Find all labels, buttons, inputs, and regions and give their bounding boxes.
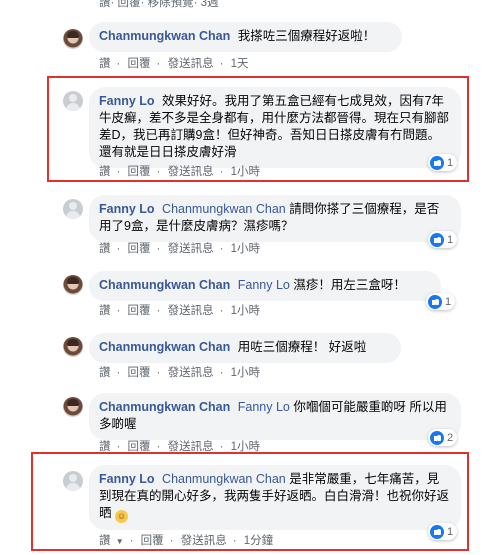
send-message-link[interactable]: 發送訊息 <box>168 58 214 70</box>
like-link[interactable]: 讚 <box>99 243 111 255</box>
like-link[interactable]: 讚 <box>99 305 111 317</box>
comment-text: 我搽咗三個療程好返啦！ <box>237 29 376 43</box>
avatar[interactable] <box>63 275 83 295</box>
reply-link[interactable]: 回覆 <box>128 243 151 255</box>
mention-link[interactable]: Chanmungkwan Chan <box>162 472 286 486</box>
like-link[interactable]: 讚 <box>99 535 111 547</box>
like-link[interactable]: 讚 <box>99 166 111 178</box>
reaction-count[interactable]: 2 <box>428 429 458 446</box>
reaction-number: 1 <box>445 295 452 308</box>
send-message-link[interactable]: 發送訊息 <box>168 243 214 255</box>
like-link[interactable]: 讚 <box>99 367 111 379</box>
avatar[interactable] <box>63 337 83 357</box>
avatar[interactable] <box>63 29 83 49</box>
like-icon <box>428 294 442 309</box>
comment-actions: 讚 ▼ · 回覆 · 發送訊息 · 1分鐘 <box>99 535 274 547</box>
timestamp: 1天 <box>230 58 249 70</box>
comment-bubble: Chanmungkwan Chan Fanny Lo 你嗰個可能嚴重啲呀 所以用… <box>89 393 461 440</box>
comment-author[interactable]: Chanmungkwan Chan <box>99 278 230 292</box>
send-message-link[interactable]: 發送訊息 <box>168 367 214 379</box>
like-link[interactable]: 讚 <box>99 0 111 9</box>
reaction-number: 1 <box>447 233 454 246</box>
comment-author[interactable]: Fanny Lo <box>99 94 155 108</box>
reaction-count[interactable]: 1 <box>428 523 458 540</box>
like-icon <box>430 524 444 539</box>
comment-bubble: Chanmungkwan Chan 用咗三個療程！ 好返啦 <box>89 333 401 363</box>
comment-author[interactable]: Chanmungkwan Chan <box>99 340 230 354</box>
reply-link[interactable]: 回覆 <box>128 367 151 379</box>
reaction-count[interactable]: 1 <box>426 293 456 310</box>
comment-bubble: Chanmungkwan Chan Fanny Lo 濕疹！用左三盒呀！ <box>89 271 441 301</box>
comment-bubble: Fanny Lo Chanmungkwan Chan 請問你搽了三個療程，是否用… <box>89 195 461 242</box>
reaction-number: 2 <box>447 431 454 444</box>
like-icon <box>430 430 444 445</box>
reaction-number: 1 <box>447 156 454 169</box>
comment-text: 用咗三個療程！ 好返啦 <box>237 340 367 354</box>
avatar[interactable] <box>63 397 83 417</box>
timestamp: 1小時 <box>230 305 261 317</box>
comment-actions: 讚 · 回覆 · 發送訊息 · 1小時 <box>99 243 261 255</box>
comment-actions: 讚 · 回覆 · 發送訊息 · 1天 <box>99 58 249 70</box>
send-message-link[interactable]: 發送訊息 <box>168 166 214 178</box>
timestamp: 1小時 <box>230 166 261 178</box>
avatar[interactable] <box>63 471 83 491</box>
like-link[interactable]: 讚 <box>99 58 111 70</box>
comment-bubble: Chanmungkwan Chan 我搽咗三個療程好返啦！ <box>89 22 402 52</box>
comment-author[interactable]: Chanmungkwan Chan <box>99 29 230 43</box>
comment-thread: 讚· 回覆· 移除預覽· 3週 Chanmungkwan Chan 我搽咗三個療… <box>0 0 501 555</box>
reply-link[interactable]: 回覆 <box>128 166 151 178</box>
comment-bubble: Fanny Lo Chanmungkwan Chan 是非常嚴重，七年痛苦，見到… <box>89 465 461 530</box>
reaction-dropdown-icon[interactable]: ▼ <box>116 537 124 546</box>
comment-author[interactable]: Fanny Lo <box>99 202 155 216</box>
comment-text: 濕疹！用左三盒呀！ <box>293 278 406 292</box>
reply-link[interactable]: 回覆 <box>118 0 141 9</box>
reaction-number: 1 <box>447 525 454 538</box>
reply-link[interactable]: 回覆 <box>128 305 151 317</box>
send-message-link[interactable]: 發送訊息 <box>181 535 227 547</box>
mention-link[interactable]: Fanny Lo <box>238 400 290 414</box>
reply-link[interactable]: 回覆 <box>141 535 164 547</box>
comment-author[interactable]: Fanny Lo <box>99 472 155 486</box>
comment-author[interactable]: Chanmungkwan Chan <box>99 400 230 414</box>
comment-actions: 讚 · 回覆 · 發送訊息 · 1小時 <box>99 305 261 317</box>
comment-actions: 讚 · 回覆 · 發送訊息 · 1小時 <box>99 367 261 379</box>
timestamp: 1分鐘 <box>243 535 274 547</box>
remove-preview-link[interactable]: 移除預覽 <box>148 0 194 9</box>
timestamp: 3週 <box>200 0 219 9</box>
mention-link[interactable]: Fanny Lo <box>238 278 290 292</box>
send-message-link[interactable]: 發送訊息 <box>168 305 214 317</box>
comment-actions: 讚 · 回覆 · 發送訊息 · 1小時 <box>99 166 261 178</box>
grin-emoji-icon: ☺ <box>115 510 128 523</box>
reply-link[interactable]: 回覆 <box>128 58 151 70</box>
like-icon <box>430 155 444 170</box>
mention-link[interactable]: Chanmungkwan Chan <box>162 202 286 216</box>
reaction-count[interactable]: 1 <box>428 154 458 171</box>
comment-bubble: Fanny Lo 效果好好。我用了第五盒已經有七成見效，因有7年牛皮癬，差不多是… <box>89 87 461 168</box>
reaction-count[interactable]: 1 <box>428 231 458 248</box>
previous-comment-actions: 讚· 回覆· 移除預覽· 3週 <box>99 0 219 10</box>
like-icon <box>430 232 444 247</box>
timestamp: 1小時 <box>230 367 261 379</box>
timestamp: 1小時 <box>230 243 261 255</box>
avatar[interactable] <box>63 199 83 219</box>
avatar[interactable] <box>63 91 83 111</box>
